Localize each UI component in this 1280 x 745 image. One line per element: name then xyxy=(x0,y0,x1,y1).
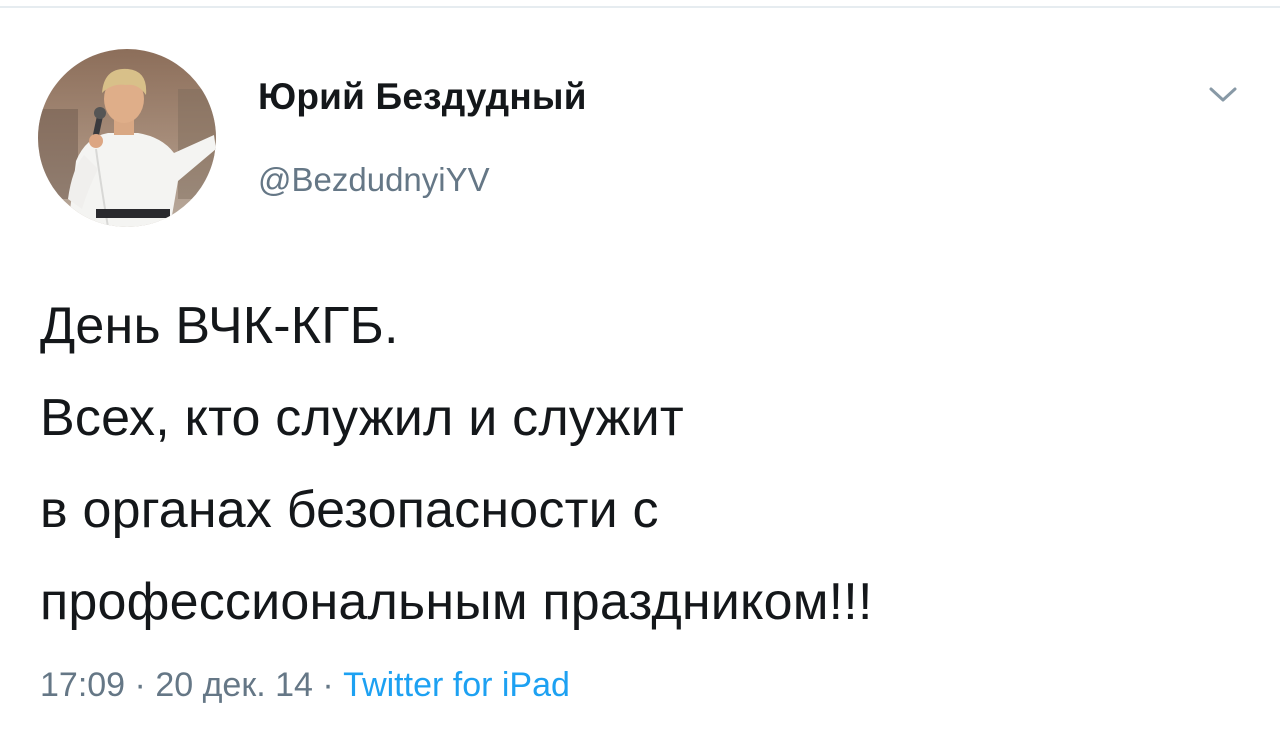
meta-separator: · xyxy=(322,666,334,704)
tweet-metadata: 17:09 · 20 дек. 14 · Twitter for iPad xyxy=(40,666,570,705)
tweet-text: День ВЧК-КГБ. Всех, кто служил и служит … xyxy=(40,280,1250,648)
tweet-card: Юрий Бездудный @BezdudnyiYV День ВЧК-КГБ… xyxy=(0,0,1280,745)
avatar[interactable] xyxy=(38,49,216,227)
tweet-date[interactable]: 20 дек. 14 xyxy=(155,666,313,704)
avatar-photo xyxy=(38,49,216,227)
meta-separator: · xyxy=(134,666,146,704)
tweet-time[interactable]: 17:09 xyxy=(40,666,125,704)
tweet-text-line: Всех, кто служил и служит xyxy=(40,389,684,447)
tweet-source-link[interactable]: Twitter for iPad xyxy=(343,666,570,704)
chevron-down-icon[interactable] xyxy=(1203,80,1243,110)
author-handle[interactable]: @BezdudnyiYV xyxy=(258,161,490,199)
tweet-text-line: в органах безопасности с xyxy=(40,481,659,539)
tweet-text-line: профессиональным праздником!!! xyxy=(40,573,873,631)
tweet-text-line: День ВЧК-КГБ. xyxy=(40,297,399,355)
author-display-name[interactable]: Юрий Бездудный xyxy=(258,76,587,118)
